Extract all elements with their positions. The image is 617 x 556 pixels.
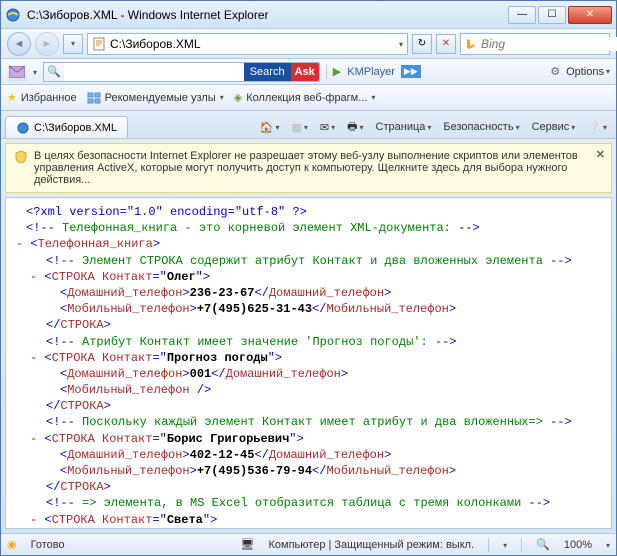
- zoom-icon[interactable]: 🔍: [536, 538, 550, 551]
- service-menu[interactable]: Сервис: [527, 117, 581, 137]
- rss-icon: ▦: [291, 121, 301, 134]
- titlebar: С:\Зиборов.XML - Windows Internet Explor…: [1, 1, 616, 29]
- address-input[interactable]: [110, 37, 395, 51]
- maximize-button[interactable]: ☐: [538, 6, 566, 24]
- mail-button[interactable]: ✉: [315, 117, 340, 137]
- favorites-button[interactable]: ★ Избранное: [7, 91, 77, 104]
- print-icon: 🖶: [347, 118, 357, 137]
- infobar-close[interactable]: ✕: [596, 148, 605, 161]
- bing-icon: [465, 38, 477, 50]
- toolbar-search-input[interactable]: [64, 63, 244, 81]
- kmplayer-next-icon[interactable]: ▶▶: [401, 65, 421, 78]
- help-icon: ❔: [587, 121, 601, 134]
- nav-toolbar: ◄ ► ↻ ✕ 🔍: [1, 29, 616, 59]
- ie-icon: [5, 7, 21, 23]
- status-mode: Компьютер | Защищенный режим: выкл.: [269, 539, 475, 551]
- help-button[interactable]: ❔: [582, 117, 612, 137]
- print-button[interactable]: 🖶: [342, 117, 368, 137]
- forward-button[interactable]: ►: [35, 32, 59, 56]
- security-infobar[interactable]: В целях безопасности Internet Explorer н…: [5, 143, 612, 193]
- computer-icon: 🖥: [241, 538, 255, 551]
- status-ready: Готово: [31, 539, 65, 551]
- toolbar-search[interactable]: 🔍 Search Ask: [43, 62, 320, 82]
- infobar-text: В целях безопасности Internet Explorer н…: [34, 150, 603, 186]
- mail-icon[interactable]: [7, 62, 27, 82]
- ask-button[interactable]: Ask: [291, 63, 319, 81]
- play-icon[interactable]: ▶: [333, 65, 341, 78]
- sites-icon: [87, 91, 101, 105]
- ie-page-icon: [16, 121, 30, 135]
- favorites-bar: ★ Избранное Рекомендуемые узлы ◈ Коллекц…: [1, 85, 616, 111]
- kmplayer-link[interactable]: KMPlayer: [347, 66, 395, 78]
- magnifier-icon: 🔍: [44, 65, 64, 78]
- star-icon: ★: [7, 91, 17, 104]
- menubar: 🔍 Search Ask ▶ KMPlayer ▶▶ ⚙ Options: [1, 59, 616, 85]
- close-button[interactable]: ✕: [568, 6, 612, 24]
- shield-icon: [14, 150, 28, 164]
- options-menu[interactable]: Options: [566, 66, 610, 78]
- address-bar[interactable]: [87, 33, 408, 55]
- feeds-button[interactable]: ▦: [286, 117, 312, 137]
- search-input[interactable]: [481, 37, 617, 51]
- recommended-sites[interactable]: Рекомендуемые узлы: [87, 91, 224, 105]
- stop-button[interactable]: ✕: [436, 34, 456, 54]
- minimize-button[interactable]: —: [508, 6, 536, 24]
- safety-menu[interactable]: Безопасность: [438, 117, 524, 137]
- search-button[interactable]: Search: [244, 63, 291, 81]
- tab-active[interactable]: С:\Зиборов.XML: [5, 116, 128, 138]
- gear-icon[interactable]: ⚙: [550, 65, 560, 78]
- nav-history-dropdown[interactable]: [63, 34, 83, 54]
- home-button[interactable]: 🏠: [255, 117, 285, 137]
- mail-dropdown[interactable]: [33, 66, 37, 78]
- zoom-dropdown[interactable]: [606, 539, 610, 551]
- file-icon: [92, 37, 106, 51]
- search-box[interactable]: 🔍: [460, 33, 610, 55]
- tab-bar: С:\Зиборов.XML 🏠 ▦ ✉ 🖶 Страница Безопасн…: [1, 111, 616, 139]
- window-title: С:\Зиборов.XML - Windows Internet Explor…: [27, 8, 508, 22]
- refresh-button[interactable]: ↻: [412, 34, 432, 54]
- home-icon: 🏠: [260, 121, 274, 134]
- back-button[interactable]: ◄: [7, 32, 31, 56]
- status-bar: ◉ Готово 🖥 Компьютер | Защищенный режим:…: [1, 533, 616, 555]
- fragment-icon: ◈: [234, 91, 242, 104]
- status-icon: ◉: [7, 538, 17, 551]
- xml-content: <?xml version="1.0" encoding="utf-8" ?><…: [5, 197, 612, 529]
- page-menu[interactable]: Страница: [371, 117, 437, 137]
- mail-icon-2: ✉: [320, 121, 329, 134]
- web-fragments[interactable]: ◈ Коллекция веб-фрагм...: [234, 91, 376, 104]
- address-dropdown[interactable]: [399, 38, 403, 50]
- mode-dropdown[interactable]: [503, 539, 507, 551]
- zoom-level: 100%: [564, 539, 592, 551]
